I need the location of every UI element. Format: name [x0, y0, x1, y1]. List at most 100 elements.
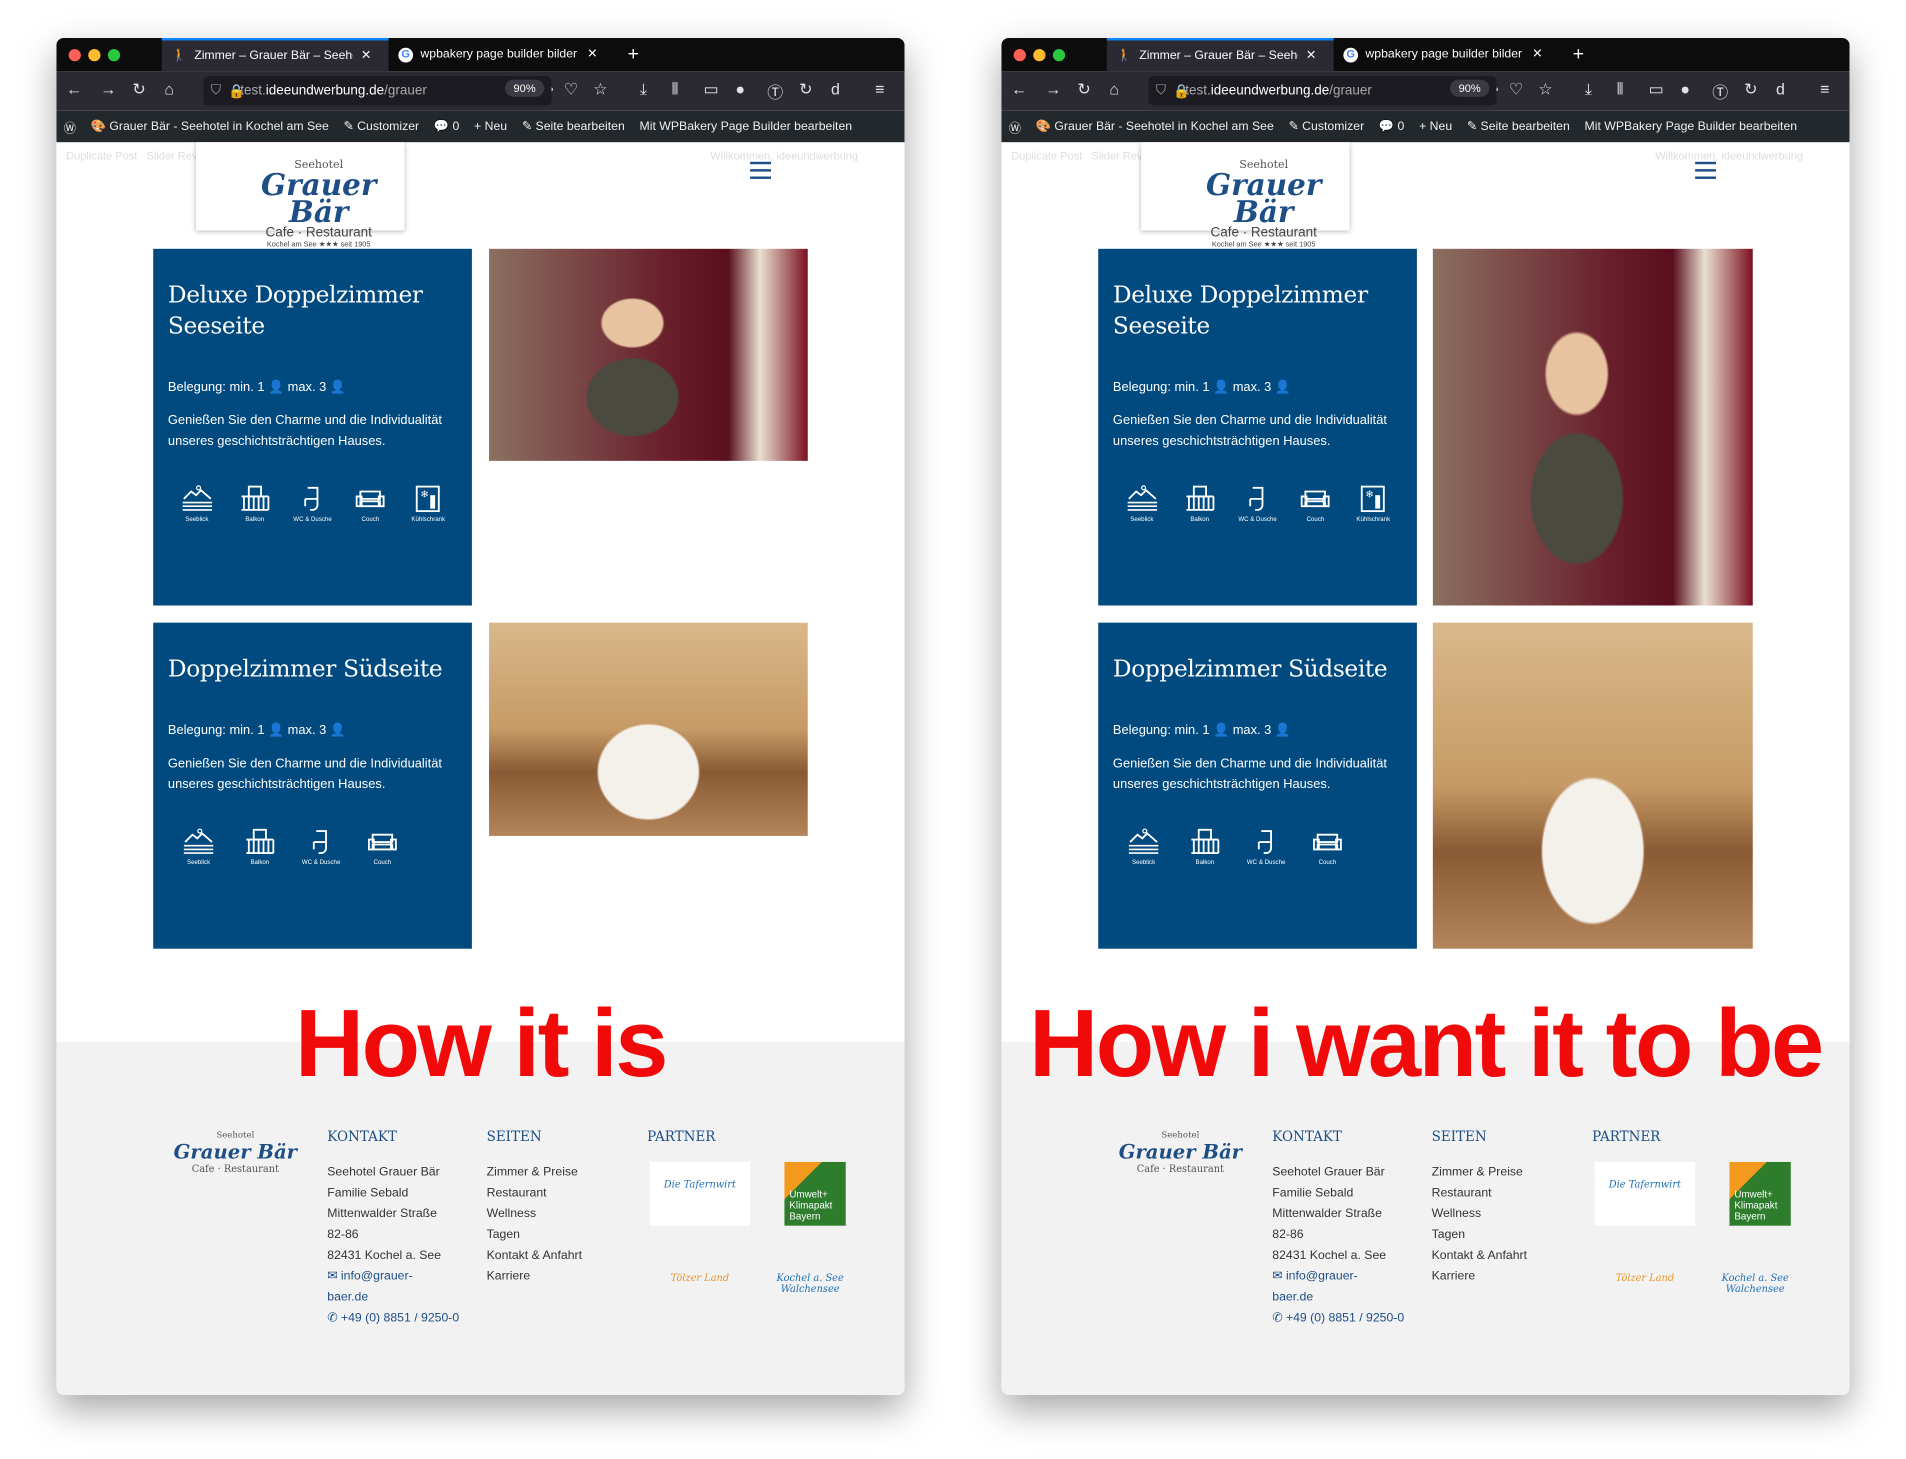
- bookmark-star-icon[interactable]: ☆: [593, 80, 607, 100]
- admin-site-link[interactable]: 🎨 Grauer Bär - Seehotel in Kochel am See: [91, 120, 329, 133]
- library-icon[interactable]: ⫴: [672, 80, 679, 100]
- site-logo[interactable]: Seehotel Grauer Bär Cafe · Restaurant Koche…: [1141, 142, 1350, 249]
- browser-tab[interactable]: Gwpbakery page builder bilder responsive…: [389, 38, 616, 71]
- welcome-user[interactable]: Willkommen, ideeundwerbung: [710, 150, 858, 162]
- close-tab-icon[interactable]: ✕: [361, 49, 371, 62]
- room-photo[interactable]: [489, 248, 808, 461]
- wordpress-icon[interactable]: Ⓦ: [64, 117, 76, 135]
- phone-link[interactable]: ✆ +49 (0) 8851 / 9250-0: [327, 1311, 459, 1324]
- url-bar[interactable]: ⛉ 🔒 test. ideeundwerbung.de/grauer 90%: [1148, 75, 1497, 106]
- zoom-level[interactable]: 90%: [1449, 79, 1490, 97]
- footer-link[interactable]: Restaurant: [487, 1186, 547, 1199]
- bookmark-star-icon[interactable]: ☆: [1538, 80, 1552, 100]
- minimize-window-button[interactable]: [1033, 49, 1046, 62]
- footer-link[interactable]: Zimmer & Preise: [487, 1166, 578, 1179]
- partner-logo[interactable]: Tölzer Land: [653, 1255, 747, 1305]
- phone-link[interactable]: ✆ +49 (0) 8851 / 9250-0: [1272, 1311, 1404, 1324]
- menu-icon[interactable]: ≡: [1820, 80, 1829, 98]
- footer-link[interactable]: Kontakt & Anfahrt: [1432, 1249, 1527, 1262]
- sidebar-icon[interactable]: ▭: [704, 80, 719, 100]
- email-link[interactable]: ✉ info@grauer-baer.de: [1272, 1270, 1357, 1304]
- room-photo[interactable]: [489, 622, 808, 836]
- room-photo[interactable]: [1432, 248, 1753, 606]
- partner-logo[interactable]: Die Tafernwirt: [1594, 1161, 1696, 1226]
- admin-wpbakery-link[interactable]: Mit WPBakery Page Builder bearbeiten: [640, 120, 853, 133]
- close-tab-icon[interactable]: ✕: [587, 48, 597, 61]
- footer-link[interactable]: Wellness: [1432, 1207, 1482, 1220]
- browser-tab[interactable]: 🚶 Zimmer – Grauer Bär – Seehotel ✕: [161, 37, 389, 72]
- admin-customizer-link[interactable]: ✎ Customizer: [343, 120, 419, 133]
- forward-icon[interactable]: →: [1046, 80, 1062, 98]
- t-extension-icon[interactable]: Ⓣ: [1712, 80, 1728, 103]
- admin-comments-link[interactable]: 💬 0: [1379, 120, 1404, 133]
- reload-icon[interactable]: ↻: [132, 80, 145, 100]
- admin-customizer-link[interactable]: ✎ Customizer: [1288, 120, 1364, 133]
- download-icon[interactable]: ⤓: [640, 80, 647, 100]
- pocket-icon[interactable]: ♡: [564, 80, 578, 100]
- footer-link[interactable]: Karriere: [1432, 1270, 1476, 1283]
- home-icon[interactable]: ⌂: [164, 80, 174, 98]
- admin-edit-link[interactable]: ✎ Seite bearbeiten: [522, 120, 625, 133]
- maximize-window-button[interactable]: [107, 49, 121, 62]
- new-tab-button[interactable]: +: [1563, 38, 1594, 71]
- admin-comments-link[interactable]: 💬 0: [434, 120, 459, 133]
- sidebar-icon[interactable]: ▭: [1649, 80, 1664, 100]
- forward-icon[interactable]: →: [101, 80, 117, 98]
- admin-wpbakery-link[interactable]: Mit WPBakery Page Builder bearbeiten: [1585, 120, 1798, 133]
- back-icon[interactable]: ←: [1011, 80, 1027, 98]
- wordpress-icon[interactable]: Ⓦ: [1009, 117, 1021, 135]
- back-icon[interactable]: ←: [66, 80, 82, 98]
- pocket-icon[interactable]: ♡: [1509, 80, 1523, 100]
- extension-icon[interactable]: ●: [735, 80, 745, 98]
- footer-link[interactable]: Kontakt & Anfahrt: [487, 1249, 582, 1262]
- email-link[interactable]: ✉ info@grauer-baer.de: [327, 1270, 412, 1304]
- partner-logo[interactable]: Umwelt+ Klimapakt Bayern: [1729, 1161, 1791, 1226]
- hamburger-menu-icon[interactable]: [750, 161, 771, 184]
- browser-tab[interactable]: 🚶 Zimmer – Grauer Bär – Seehotel ✕: [1106, 37, 1334, 72]
- footer-link[interactable]: Wellness: [487, 1207, 537, 1220]
- library-icon[interactable]: ⫴: [1617, 80, 1624, 100]
- sync-icon[interactable]: ↻: [1744, 80, 1757, 100]
- new-tab-button[interactable]: +: [618, 38, 649, 71]
- close-tab-icon[interactable]: ✕: [1306, 49, 1316, 62]
- partner-logo[interactable]: Kochel a. See Walchensee: [1717, 1255, 1794, 1305]
- footer-link[interactable]: Tagen: [1432, 1228, 1465, 1241]
- partner-logo[interactable]: Tölzer Land: [1598, 1255, 1692, 1305]
- admin-site-link[interactable]: 🎨 Grauer Bär - Seehotel in Kochel am See: [1036, 120, 1274, 133]
- duplicate-post-link[interactable]: Duplicate Post: [66, 150, 137, 162]
- home-icon[interactable]: ⌂: [1109, 80, 1119, 98]
- footer-link[interactable]: Restaurant: [1432, 1186, 1492, 1199]
- hamburger-menu-icon[interactable]: [1695, 161, 1716, 184]
- minimize-window-button[interactable]: [88, 49, 101, 62]
- download-icon[interactable]: ⤓: [1585, 80, 1592, 100]
- admin-new-link[interactable]: + Neu: [1419, 120, 1452, 133]
- close-window-button[interactable]: [68, 49, 81, 62]
- browser-tab[interactable]: Gwpbakery page builder bilder responsive…: [1334, 38, 1561, 71]
- t-extension-icon[interactable]: Ⓣ: [767, 80, 783, 103]
- partner-logo[interactable]: Umwelt+ Klimapakt Bayern: [784, 1161, 846, 1226]
- footer-logo[interactable]: Seehotel Grauer Bär Cafe · Restaurant: [169, 1130, 301, 1174]
- footer-link[interactable]: Tagen: [487, 1228, 520, 1241]
- admin-edit-link[interactable]: ✎ Seite bearbeiten: [1467, 120, 1570, 133]
- reload-icon[interactable]: ↻: [1077, 80, 1090, 100]
- d-extension-icon[interactable]: d: [831, 80, 840, 98]
- footer-link[interactable]: Zimmer & Preise: [1432, 1166, 1523, 1179]
- footer-logo[interactable]: Seehotel Grauer Bär Cafe · Restaurant: [1114, 1130, 1246, 1174]
- zoom-level[interactable]: 90%: [504, 79, 545, 97]
- site-logo[interactable]: Seehotel Grauer Bär Cafe · Restaurant Koche…: [196, 142, 405, 249]
- maximize-window-button[interactable]: [1052, 49, 1066, 62]
- sync-icon[interactable]: ↻: [799, 80, 812, 100]
- partner-logo[interactable]: Die Tafernwirt: [649, 1161, 751, 1226]
- admin-new-link[interactable]: + Neu: [474, 120, 507, 133]
- d-extension-icon[interactable]: d: [1776, 80, 1785, 98]
- welcome-user[interactable]: Willkommen, ideeundwerbung: [1655, 150, 1803, 162]
- close-window-button[interactable]: [1013, 49, 1026, 62]
- footer-link[interactable]: Karriere: [487, 1270, 531, 1283]
- close-tab-icon[interactable]: ✕: [1532, 48, 1542, 61]
- duplicate-post-link[interactable]: Duplicate Post: [1011, 150, 1082, 162]
- partner-logo[interactable]: Kochel a. See Walchensee: [772, 1255, 849, 1305]
- menu-icon[interactable]: ≡: [875, 80, 884, 98]
- extension-icon[interactable]: ●: [1680, 80, 1690, 98]
- room-photo[interactable]: [1432, 622, 1753, 949]
- url-bar[interactable]: ⛉ 🔒 test. ideeundwerbung.de/grauer 90%: [203, 75, 552, 106]
